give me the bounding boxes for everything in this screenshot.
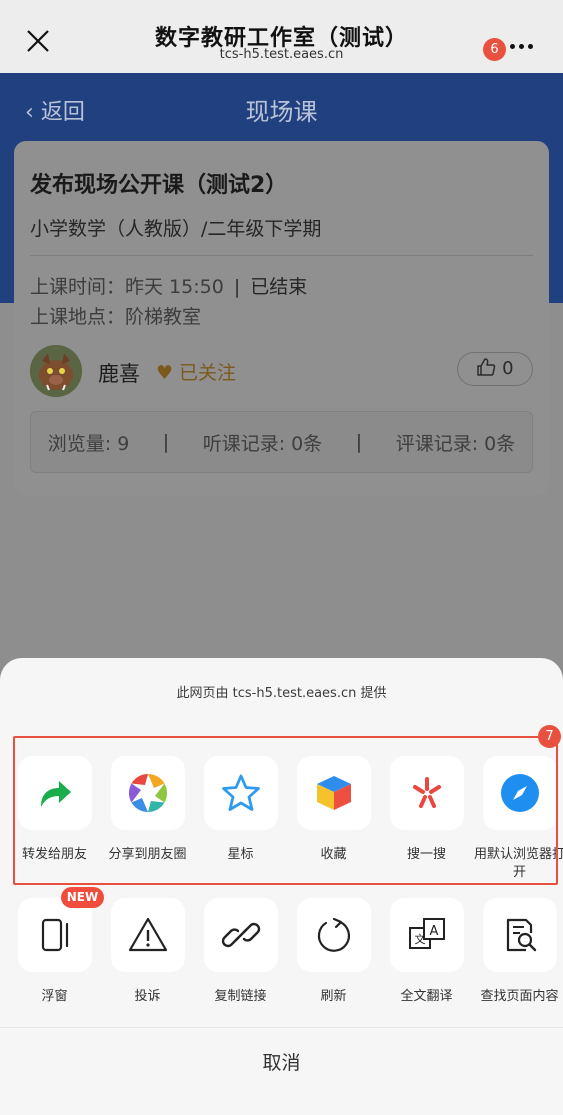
location-value: 阶梯教室 (125, 306, 202, 328)
time-value: 昨天 15:50 (125, 276, 224, 298)
action-item-label: 投诉 (134, 989, 161, 1004)
page-title: 现场课 (245, 98, 318, 126)
window-domain: tcs-h5.test.eaes.cn (219, 47, 344, 62)
stat-separator: | (162, 431, 170, 453)
action-find-in-page[interactable]: 查找页面内容 (473, 898, 563, 1006)
svg-text:文: 文 (414, 932, 425, 946)
provider-text: 此网页由 tcs-h5.test.eaes.cn 提供 (176, 686, 387, 701)
svg-text:A: A (429, 924, 438, 939)
more-menu-icon[interactable] (510, 34, 540, 49)
stats-bar: 浏览量: 9 | 听课记录: 0条 | 评课记录: 0条 (30, 411, 533, 473)
highlight-box (13, 736, 558, 885)
author-name: 鹿喜 (98, 362, 140, 386)
action-item-label: 全文翻译 (400, 989, 453, 1004)
action-item-label: 刷新 (320, 989, 347, 1004)
action-item-label: 浮窗 (41, 989, 68, 1004)
warning-icon (128, 917, 167, 952)
stat-review[interactable]: 评课记录: 0条 (396, 429, 516, 456)
stat-views: 浏览量: 9 (47, 432, 130, 455)
action-row: 浮窗 投诉 复制链接 刷新 A 文 全文翻译 查找页面内容 (0, 898, 563, 1028)
tile (203, 898, 278, 972)
find-in-page-icon (506, 918, 536, 952)
action-item-label: 复制链接 (214, 989, 267, 1004)
action-translate[interactable]: A 文 全文翻译 (380, 898, 473, 1006)
action-copy-link[interactable]: 复制链接 (194, 898, 287, 1006)
status-badge: 已结束 (250, 276, 308, 298)
time-label: 上课时间： (30, 276, 126, 298)
lesson-location: 上课地点：阶梯教室 (30, 302, 201, 329)
lesson-time: 上课时间：昨天 15:50 | 已结束 (30, 272, 307, 299)
action-item-label: 查找页面内容 (480, 989, 559, 1004)
like-button[interactable]: 0 (457, 352, 533, 386)
lesson-subject: 小学数学（人教版）/二年级下学期 (30, 218, 322, 240)
float-window-icon (41, 918, 68, 952)
follow-label: 已关注 (179, 362, 237, 384)
divider (0, 1027, 563, 1028)
action-refresh[interactable]: 刷新 (287, 898, 380, 1006)
follow-status[interactable]: ♥ 已关注 (156, 358, 236, 385)
new-badge: NEW (61, 887, 104, 908)
heart-icon: ♥ (156, 362, 174, 384)
tile: A 文 (389, 898, 464, 972)
action-float-window[interactable]: 浮窗 (8, 898, 101, 1006)
tile (296, 898, 371, 972)
time-separator: | (233, 276, 241, 298)
tile (110, 898, 185, 972)
stat-separator: | (355, 431, 363, 453)
avatar[interactable] (30, 345, 82, 397)
annotation-badge: 7 (538, 725, 561, 748)
annotation-badge: 6 (483, 38, 506, 61)
cancel-button[interactable]: 取消 (0, 1048, 563, 1075)
translate-icon: A 文 (408, 918, 445, 949)
lesson-card: 发布现场公开课（测试2） 小学数学（人教版）/二年级下学期 上课时间：昨天 15… (14, 141, 549, 495)
like-count: 0 (502, 358, 514, 379)
thumbs-up-icon (476, 358, 502, 379)
location-label: 上课地点： (30, 306, 126, 328)
link-icon (221, 922, 260, 948)
lesson-title: 发布现场公开课（测试2） (30, 173, 288, 198)
wechat-title-bar: 数字教研工作室（测试） tcs-h5.test.eaes.cn 6 (0, 0, 563, 73)
refresh-icon (317, 917, 350, 952)
action-complain[interactable]: 投诉 (101, 898, 194, 1006)
tile (17, 898, 92, 972)
stat-listen[interactable]: 听课记录: 0条 (203, 429, 323, 456)
divider (30, 255, 533, 256)
tile (482, 898, 557, 972)
